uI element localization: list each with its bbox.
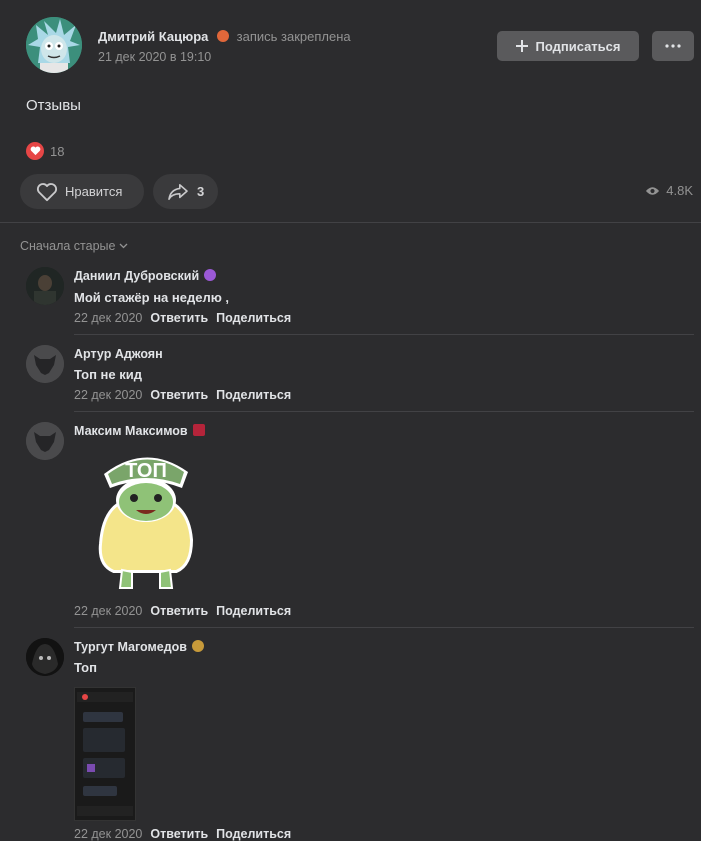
comment-author-name[interactable]: Тургут Магомедов <box>74 640 187 654</box>
sticker-text: ТОП <box>125 460 167 482</box>
frog-sticker[interactable]: ТОП <box>96 444 196 594</box>
share-comment-button[interactable]: Поделиться <box>216 388 291 402</box>
dog-silhouette-icon <box>26 345 64 383</box>
comment-author[interactable]: Даниил Дубровский <box>74 269 217 283</box>
comment-date[interactable]: 22 дек 2020 <box>74 604 142 618</box>
comment-divider <box>74 627 694 628</box>
comment-author[interactable]: Тургут Магомедов <box>74 640 204 654</box>
more-button[interactable] <box>652 31 694 61</box>
post-date[interactable]: 21 дек 2020 в 19:10 <box>98 50 211 64</box>
comment-meta: 22 дек 2020 Ответить Поделиться <box>74 827 291 841</box>
views-count: 4.8K <box>666 183 693 198</box>
share-count: 3 <box>197 184 205 199</box>
share-comment-button[interactable]: Поделиться <box>216 827 291 841</box>
reply-button[interactable]: Ответить <box>150 311 208 325</box>
author-name[interactable]: Дмитрий Кацюра <box>98 29 208 44</box>
share-button[interactable]: 3 <box>153 174 218 209</box>
subscribe-button[interactable]: Подписаться <box>497 31 639 61</box>
comment-divider <box>74 411 694 412</box>
like-label: Нравится <box>65 184 123 199</box>
comment-meta: 22 дек 2020 Ответить Поделиться <box>74 388 291 402</box>
comment-author-name[interactable]: Артур Аджоян <box>74 347 163 361</box>
dog-silhouette-icon <box>26 422 64 460</box>
share-icon <box>168 183 188 200</box>
sort-label: Сначала старые <box>20 239 116 253</box>
share-comment-button[interactable]: Поделиться <box>216 604 291 618</box>
pinned-label: запись закреплена <box>236 29 351 44</box>
divider <box>0 222 701 223</box>
author-avatar[interactable] <box>26 17 82 73</box>
wine-glass-emoji-icon <box>192 424 205 436</box>
views-counter: 4.8K <box>645 183 693 198</box>
share-comment-button[interactable]: Поделиться <box>216 311 291 325</box>
commenter-avatar[interactable] <box>26 345 64 383</box>
reply-button[interactable]: Ответить <box>150 604 208 618</box>
commenter-avatar[interactable] <box>26 422 64 460</box>
comment-date[interactable]: 22 дек 2020 <box>74 388 142 402</box>
comment-text: Мой стажёр на неделю , <box>74 290 230 305</box>
comment-date[interactable]: 22 дек 2020 <box>74 311 142 325</box>
chevron-down-icon <box>120 243 128 249</box>
comment-divider <box>74 334 694 335</box>
heart-reaction-icon[interactable] <box>26 142 44 160</box>
comment-meta: 22 дек 2020 Ответить Поделиться <box>74 604 291 618</box>
commenter-avatar[interactable] <box>26 267 64 305</box>
post-author[interactable]: Дмитрий Кацюра запись закреплена <box>98 29 351 44</box>
plus-icon <box>516 40 529 52</box>
post-text: Отзывы <box>26 97 81 114</box>
more-icon <box>665 44 681 48</box>
comment-text: Топ не кид <box>74 367 142 382</box>
subscribe-label: Подписаться <box>535 38 621 54</box>
crystal-ball-emoji-icon <box>204 269 217 281</box>
comment-author[interactable]: Максим Максимов <box>74 424 205 438</box>
comments-sort-dropdown[interactable]: Сначала старые <box>20 239 128 253</box>
reactions-count[interactable]: 18 <box>50 144 64 159</box>
comment-author-name[interactable]: Максим Максимов <box>74 424 188 438</box>
comment-author-name[interactable]: Даниил Дубровский <box>74 269 199 283</box>
commenter-avatar[interactable] <box>26 638 64 676</box>
emoji-icon <box>217 30 229 42</box>
eye-icon <box>646 186 660 195</box>
screenshot-attachment[interactable] <box>74 687 136 821</box>
money-bag-emoji-icon <box>191 640 204 652</box>
heart-icon <box>36 182 58 201</box>
comment-date[interactable]: 22 дек 2020 <box>74 827 142 841</box>
comment-text: Топ <box>74 660 97 675</box>
reply-button[interactable]: Ответить <box>150 827 208 841</box>
like-button[interactable]: Нравится <box>20 174 144 209</box>
comment-meta: 22 дек 2020 Ответить Поделиться <box>74 311 291 325</box>
reply-button[interactable]: Ответить <box>150 388 208 402</box>
